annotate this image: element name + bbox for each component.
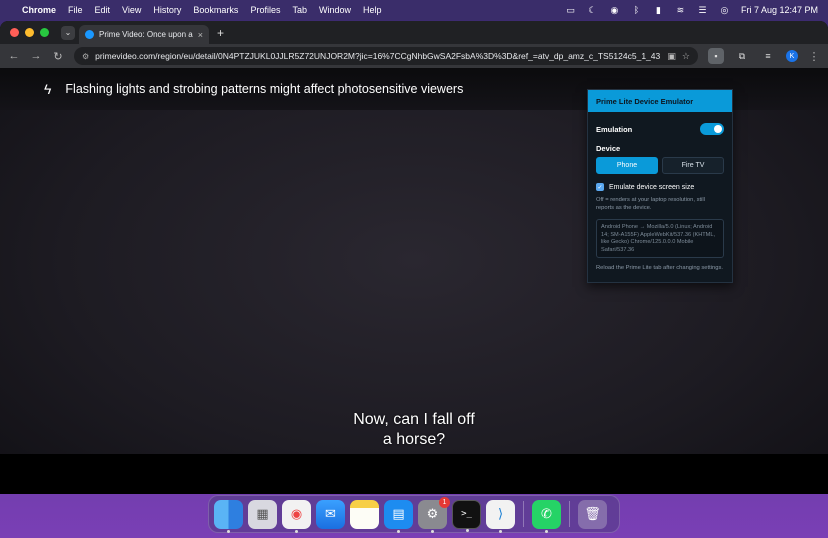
menu-help[interactable]: Help [363,5,382,15]
mail-icon[interactable]: ✉ [316,499,345,529]
wifi-icon[interactable]: ≋ [675,5,686,15]
chevron-down-icon: ⌄ [64,28,72,37]
system-settings-icon[interactable]: ⚙ 1 [418,496,450,533]
docker-icon[interactable]: ▤ [384,499,413,533]
running-indicator [545,529,548,533]
site-info-icon[interactable]: ⚙ [82,52,89,61]
popup-body: Emulation Device Phone Fire TV ✓ Emulate… [588,112,732,280]
window-controls [10,28,49,37]
reload-icon[interactable]: ↻ [52,50,64,63]
menu-profiles[interactable]: Profiles [250,5,280,15]
media-play-icon[interactable]: ◉ [609,5,620,15]
tab-title: Prime Video: Once upon a Tim [99,30,193,39]
tab-search-button[interactable]: ⌄ [61,25,75,40]
url-text[interactable]: primevideo.com/region/eu/detail/0N4PTZJU… [95,51,661,61]
menu-edit[interactable]: Edit [95,5,111,15]
menubar-status-area: ▭ ☾ ◉ ᛒ ▮ ≋ ☰ ◎ Fri 7 Aug 12:47 PM [565,5,818,16]
menubar-clock[interactable]: Fri 7 Aug 12:47 PM [741,5,818,15]
whatsapp-icon[interactable]: ✆ [532,499,561,533]
reading-list-icon[interactable]: ≡ [760,48,776,64]
minimize-window-button[interactable] [25,28,34,37]
emulate-screen-checkbox[interactable]: ✓ [596,183,604,191]
menu-file[interactable]: File [68,5,83,15]
macos-dock: ▦ ◉ ✉ ▤ ⚙ 1 >_ ⟩ ✆ 🗑 [208,495,620,533]
forward-arrow-icon[interactable]: → [30,50,42,62]
bluetooth-icon[interactable]: ᛒ [631,5,642,15]
launchpad-icon[interactable]: ▦ [248,499,277,529]
siri-icon[interactable]: ◎ [719,5,730,15]
running-indicator [227,529,230,533]
new-tab-button[interactable]: + [217,26,224,40]
device-phone-button[interactable]: Phone [596,157,658,174]
player-bottom-band [0,454,828,494]
running-indicator [499,529,502,533]
menu-bookmarks[interactable]: Bookmarks [193,5,238,15]
extensions-puzzle-icon[interactable]: ⧉ [734,48,750,64]
menu-history[interactable]: History [153,5,181,15]
reload-hint: Reload the Prime Lite tab after changing… [596,265,723,271]
device-label: Device [596,144,621,153]
google-lens-icon[interactable]: ▣ [667,51,676,62]
menu-window[interactable]: Window [319,5,351,15]
subtitle-line-1: Now, can I fall off [353,411,475,428]
battery-icon[interactable]: ▮ [653,5,664,15]
device-firetv-button[interactable]: Fire TV [662,157,724,174]
chrome-icon[interactable]: ◉ [282,499,311,533]
menu-app-name[interactable]: Chrome [22,5,56,15]
emulate-screen-row: ✓ Emulate device screen size [596,183,724,191]
trash-icon[interactable]: 🗑 [578,499,607,529]
finder-icon[interactable] [214,499,243,533]
focus-moon-icon[interactable]: ☾ [587,5,598,15]
prime-video-favicon-icon [85,30,94,39]
emulation-label: Emulation [596,124,633,134]
chrome-menu-icon[interactable]: ⋮ [808,50,820,63]
menu-tab[interactable]: Tab [292,5,307,15]
running-indicator [295,529,298,533]
bookmark-star-icon[interactable]: ☆ [682,51,690,62]
lightning-bolt-icon: ϟ [44,81,52,97]
zoom-window-button[interactable] [40,28,49,37]
emulation-row: Emulation [596,123,724,135]
subtitle-line-2: a horse? [382,431,446,448]
tab-close-icon[interactable]: × [198,30,203,40]
running-indicator [431,529,434,533]
vscode-icon[interactable]: ⟩ [486,499,515,533]
tab-prime-video[interactable]: Prime Video: Once upon a Tim × [79,25,209,44]
menu-view[interactable]: View [122,5,141,15]
back-arrow-icon[interactable]: ← [8,50,20,62]
dock-separator [569,501,570,527]
device-selector: Phone Fire TV [596,157,724,174]
prime-lite-extension-icon[interactable]: ▪ [708,48,724,64]
video-subtitle: Now, can I fall off a horse? [0,410,828,450]
terminal-icon[interactable]: >_ [452,499,481,532]
extension-popup: Prime Lite Device Emulator Emulation Dev… [587,89,733,283]
tab-strip: ⌄ Prime Video: Once upon a Tim × + [0,21,828,44]
control-center-icon[interactable]: ☰ [697,5,708,15]
screen-mirror-icon[interactable]: ▭ [565,5,576,15]
running-indicator [466,528,469,532]
popup-title: Prime Lite Device Emulator [588,90,732,112]
address-bar[interactable]: ⚙ primevideo.com/region/eu/detail/0N4PTZ… [74,47,698,65]
emulate-screen-label[interactable]: Emulate device screen size [609,184,694,191]
warning-text: Flashing lights and strobing patterns mi… [65,82,464,96]
user-agent-box: Android Phone → Mozilla/5.0 (Linux; Andr… [596,219,724,258]
notification-badge: 1 [439,496,450,508]
dock-separator [523,501,524,527]
browser-toolbar: ← → ↻ ⚙ primevideo.com/region/eu/detail/… [0,44,828,68]
macos-menu-bar: Chrome File Edit View History Bookmarks … [0,0,828,20]
chrome-window: ⌄ Prime Video: Once upon a Tim × + ← → ↻… [0,21,828,494]
running-indicator [397,529,400,533]
profile-avatar[interactable]: K [786,50,798,62]
notes-icon[interactable] [350,499,379,529]
emulation-toggle[interactable] [700,123,724,135]
close-window-button[interactable] [10,28,19,37]
emulate-screen-hint: Off = renders at your laptop resolution,… [596,197,705,211]
